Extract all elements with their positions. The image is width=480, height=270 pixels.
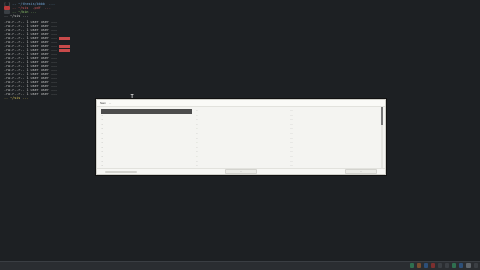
tray-icon[interactable] bbox=[466, 263, 471, 268]
dialog-header: Nam ... bbox=[97, 100, 385, 107]
dialog-header-label: Nam bbox=[100, 101, 106, 105]
taskbar-item-3[interactable] bbox=[424, 263, 428, 268]
dialog-header-sub: ... bbox=[108, 101, 112, 105]
terminal-line: -- ~/sis ... bbox=[4, 14, 29, 18]
clock bbox=[474, 263, 478, 268]
file-picker-dialog[interactable]: Nam ... ................................… bbox=[96, 99, 386, 175]
taskbar-item-1[interactable] bbox=[410, 263, 414, 268]
dialog-button-2[interactable]: ... bbox=[345, 169, 377, 174]
dialog-scrollbar-thumb[interactable] bbox=[381, 107, 383, 125]
terminal-line-text: -- ~/sis ... bbox=[4, 96, 29, 100]
dialog-header-left: Nam ... bbox=[100, 101, 376, 105]
dialog-list: ........................................… bbox=[97, 107, 385, 174]
terminal-line-text: -- ~/sis ... bbox=[4, 14, 29, 18]
taskbar-item-6[interactable] bbox=[445, 263, 449, 268]
taskbar-item-4[interactable] bbox=[431, 263, 435, 268]
taskbar-right bbox=[410, 263, 478, 268]
taskbar-item-8[interactable] bbox=[459, 263, 463, 268]
taskbar-item-7[interactable] bbox=[452, 263, 456, 268]
highlight-mark bbox=[59, 48, 71, 52]
taskbar-item-5[interactable] bbox=[438, 263, 442, 268]
terminal-line: -- ~/sis ... bbox=[4, 96, 29, 100]
taskbar bbox=[0, 261, 480, 270]
dialog-button-1[interactable]: ... bbox=[225, 169, 257, 174]
highlight-mark bbox=[59, 36, 71, 40]
dialog-button-0[interactable] bbox=[105, 170, 137, 173]
taskbar-item-2[interactable] bbox=[417, 263, 421, 268]
dialog-scrollbar[interactable] bbox=[381, 107, 383, 169]
dialog-button-row: ... ... bbox=[97, 168, 385, 174]
